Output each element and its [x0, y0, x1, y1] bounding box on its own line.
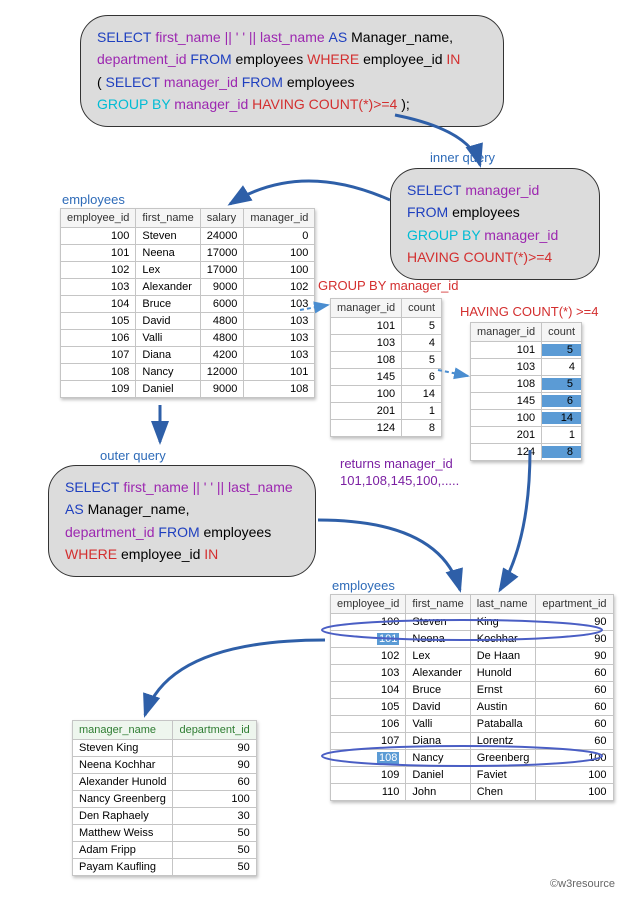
col-first_name: first_name — [136, 209, 200, 228]
groupby-table: manager_idcount1015103410851456100142011… — [330, 298, 442, 437]
table-row: Steven King90 — [73, 740, 257, 757]
table-row: 1085 — [471, 376, 582, 393]
table-row: 1248 — [331, 420, 442, 437]
col-manager_name: manager_name — [73, 721, 173, 740]
table-row: 108NancyGreenberg100 — [331, 750, 614, 767]
table-row: 10014 — [331, 386, 442, 403]
table-row: 105DavidAustin60 — [331, 699, 614, 716]
inner-query-label: inner query — [430, 150, 495, 165]
table-row: 101NeenaKochhar90 — [331, 631, 614, 648]
table-row: 105David4800103 — [61, 313, 315, 330]
table-row: 109Daniel9000108 — [61, 381, 315, 398]
table-row: 1015 — [331, 318, 442, 335]
table-row: 104BruceErnst60 — [331, 682, 614, 699]
col-count: count — [542, 323, 582, 342]
employees-label-1: employees — [62, 192, 125, 207]
kw-select: SELECT — [97, 29, 151, 45]
table-row: 2011 — [471, 427, 582, 444]
table-row: 103Alexander9000102 — [61, 279, 315, 296]
col-employee_id: employee_id — [331, 595, 406, 614]
table-row: 110JohnChen100 — [331, 784, 614, 801]
table-row: 10014 — [471, 410, 582, 427]
table-row: 1034 — [471, 359, 582, 376]
col-manager_id: manager_id — [471, 323, 542, 342]
inner-query-box: SELECT manager_id FROM employees GROUP B… — [390, 168, 600, 280]
table-row: 100StevenKing90 — [331, 614, 614, 631]
table-row: 1456 — [471, 393, 582, 410]
table-row: 107DianaLorentz60 — [331, 733, 614, 750]
result-table: manager_namedepartment_idSteven King90Ne… — [72, 720, 257, 876]
table-row: Neena Kochhar90 — [73, 757, 257, 774]
table-row: Nancy Greenberg100 — [73, 791, 257, 808]
table-row: 2011 — [331, 403, 442, 420]
table-row: 103AlexanderHunold60 — [331, 665, 614, 682]
table-row: Alexander Hunold60 — [73, 774, 257, 791]
col-first_name: first_name — [406, 595, 470, 614]
employees-label-2: employees — [332, 578, 395, 593]
table-row: 1085 — [331, 352, 442, 369]
col-epartment_id: epartment_id — [536, 595, 613, 614]
col-last_name: last_name — [470, 595, 536, 614]
table-row: Adam Fripp50 — [73, 842, 257, 859]
table-row: Den Raphaely30 — [73, 808, 257, 825]
having-label: HAVING COUNT(*) >=4 — [460, 304, 598, 319]
employees-table-1: employee_idfirst_namesalarymanager_id100… — [60, 208, 315, 398]
table-row: 107Diana4200103 — [61, 347, 315, 364]
table-row: 104Bruce6000103 — [61, 296, 315, 313]
groupby-label: GROUP BY manager_id — [318, 278, 458, 293]
table-row: 100Steven240000 — [61, 228, 315, 245]
table-row: 1034 — [331, 335, 442, 352]
table-row: 106ValliPataballa60 — [331, 716, 614, 733]
col-manager_id: manager_id — [331, 299, 402, 318]
table-row: Matthew Weiss50 — [73, 825, 257, 842]
returns-label: returns manager_id 101,108,145,100,..... — [340, 456, 500, 490]
table-row: 109DanielFaviet100 — [331, 767, 614, 784]
table-row: 102LexDe Haan90 — [331, 648, 614, 665]
table-row: 1456 — [331, 369, 442, 386]
outer-query-label: outer query — [100, 448, 166, 463]
col-count: count — [402, 299, 442, 318]
col-manager_id: manager_id — [244, 209, 315, 228]
table-row: 102Lex17000100 — [61, 262, 315, 279]
table-row: 101Neena17000100 — [61, 245, 315, 262]
having-table: manager_idcount1015103410851456100142011… — [470, 322, 582, 461]
main-query-box: SELECT first_name || ' ' || last_name AS… — [80, 15, 504, 127]
table-row: 106Valli4800103 — [61, 330, 315, 347]
col-department_id: department_id — [173, 721, 256, 740]
table-row: 1015 — [471, 342, 582, 359]
footer-credit: ©w3resource — [550, 878, 615, 890]
col-employee_id: employee_id — [61, 209, 136, 228]
outer-query-box: SELECT first_name || ' ' || last_name AS… — [48, 465, 316, 577]
table-row: 108Nancy12000101 — [61, 364, 315, 381]
col-salary: salary — [200, 209, 244, 228]
table-row: Payam Kaufling50 — [73, 859, 257, 876]
employees-table-2: employee_idfirst_namelast_nameepartment_… — [330, 594, 614, 801]
